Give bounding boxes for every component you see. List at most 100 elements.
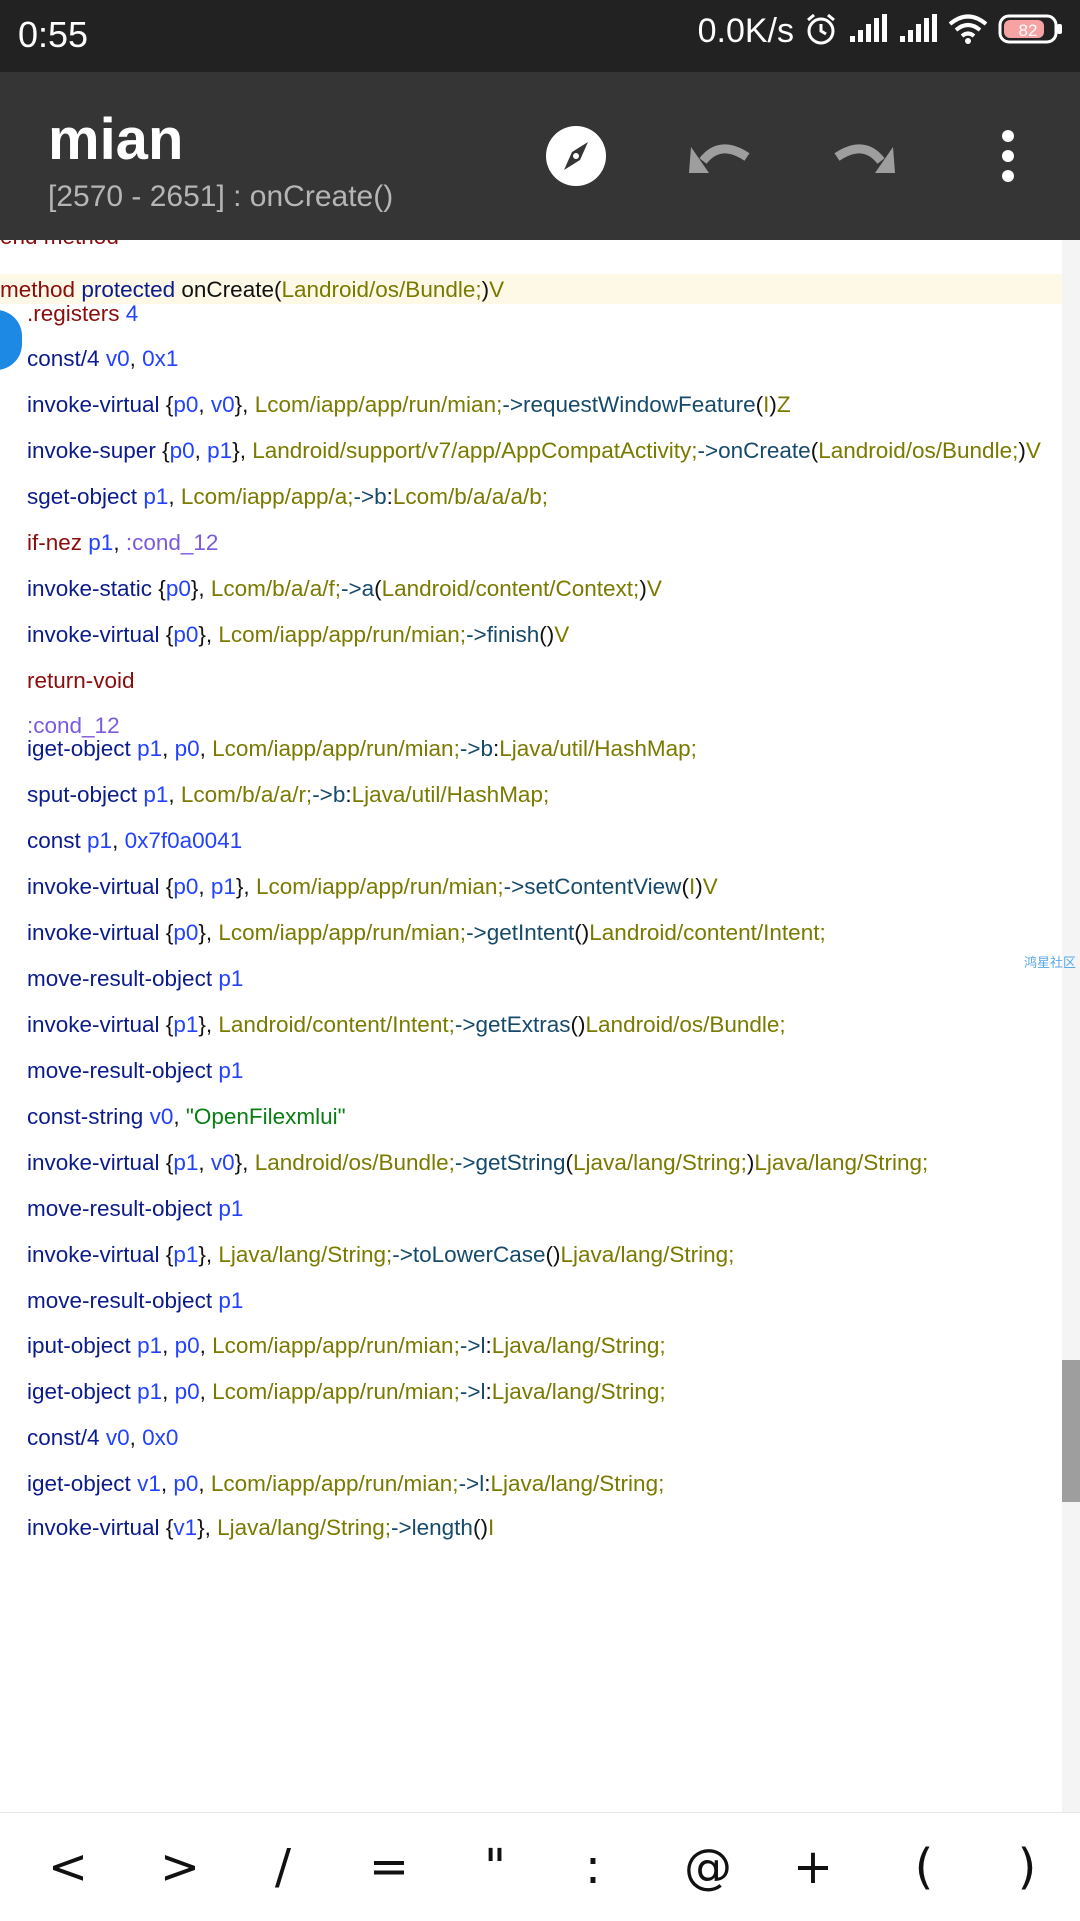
undo-button[interactable] [672,108,768,204]
symbol-key[interactable]: @ [668,1827,748,1907]
code-token: , [198,1150,211,1175]
code-token: Ljava/lang/String; [218,1242,393,1267]
code-token: v1 [137,1471,161,1496]
code-line[interactable]: invoke-virtual {p0}, Lcom/iapp/app/run/m… [27,622,569,648]
code-line[interactable]: move-result-object p1 [27,1288,243,1314]
code-token: -> [454,1150,476,1175]
code-line[interactable]: if-nez p1, :cond_12 [27,530,218,556]
code-token: Landroid/os/Bundle; [281,277,482,302]
code-token: end method [0,240,119,249]
symbol-key[interactable]: ) [987,1827,1067,1907]
code-token: { [152,576,166,601]
code-line[interactable]: sget-object p1, Lcom/iapp/app/a;->b:Lcom… [27,484,548,510]
code-token: -> [503,874,525,899]
code-line[interactable]: invoke-virtual {p1, v0}, Landroid/os/Bun… [27,1150,928,1176]
code-line[interactable]: move-result-object p1 [27,966,243,992]
code-line[interactable]: invoke-static {p0}, Lcom/b/a/a/f;->a(Lan… [27,576,662,602]
code-line[interactable]: move-result-object p1 [27,1058,243,1084]
code-line[interactable]: sput-object p1, Lcom/b/a/a/r;->b:Ljava/u… [27,782,549,808]
symbol-key[interactable]: > [140,1827,220,1907]
code-line[interactable]: const/4 v0, 0x0 [27,1425,178,1451]
redo-icon [834,144,895,173]
code-line[interactable]: invoke-virtual {p0, v0}, Lcom/iapp/app/r… [27,392,791,418]
navigate-button[interactable] [528,108,624,204]
code-token: v0 [210,392,235,417]
code-line[interactable]: invoke-super {p0, p1}, Landroid/support/… [27,438,1041,464]
code-token: method [0,277,76,302]
code-token: iput-object [27,1333,131,1358]
code-token: p0 [174,736,200,761]
code-line[interactable]: const/4 v0, 0x1 [27,346,178,372]
code-token: { [159,392,174,417]
code-token: p1 [218,1288,244,1313]
code-token: invoke-virtual [27,1150,160,1175]
code-token: toLowerCase [412,1242,546,1267]
code-token: move-result-object [27,1058,213,1083]
code-token: Lcom/iapp/app/run/mian; [212,736,460,761]
code-token: p1 [173,1150,199,1175]
code-token: Ljava/lang/String; [491,1333,666,1358]
code-line[interactable]: move-result-object p1 [27,1196,243,1222]
code-token: V [1025,438,1041,463]
code-line[interactable]: invoke-virtual {p0}, Lcom/iapp/app/run/m… [27,920,826,946]
code-token: const/4 [27,1425,100,1450]
symbol-key[interactable]: ( [884,1827,964,1907]
code-token: -> [391,1515,412,1540]
code-token: return-void [27,668,135,693]
symbol-key[interactable]: / [243,1827,323,1907]
code-line[interactable]: invoke-virtual {p1}, Ljava/lang/String;-… [27,1242,734,1268]
symbol-key[interactable]: < [28,1827,108,1907]
code-token: p1 [143,782,169,807]
code-token: , [112,828,125,853]
more-options-button[interactable] [960,108,1056,204]
code-editor[interactable]: end method method protected onCreate(Land… [0,240,1062,1812]
code-token: setContentView [524,874,682,899]
symbol-key[interactable]: + [773,1827,853,1907]
scrollbar-track[interactable] [1062,240,1080,1812]
code-line[interactable]: invoke-virtual {p0, p1}, Lcom/iapp/app/r… [27,874,718,900]
code-line[interactable]: method protected onCreate(Landroid/os/Bu… [0,277,504,303]
code-token: , [162,1333,175,1358]
code-token: }, [234,1150,255,1175]
code-line[interactable]: invoke-virtual {p1}, Landroid/content/In… [27,1012,786,1038]
code-token: -> [312,782,333,807]
code-line[interactable]: iget-object p1, p0, Lcom/iapp/app/run/mi… [27,736,697,762]
code-token: Ljava/lang/String; [560,1242,735,1267]
code-token: , [129,346,143,371]
code-token: Landroid/os/Bundle; [254,1150,455,1175]
code-token: Landroid/support/v7/app/AppCompatActivit… [252,438,698,463]
code-token: b [332,782,346,807]
code-line[interactable]: end method [0,240,119,250]
code-token: Landroid/os/Bundle; [585,1012,786,1037]
code-token: getExtras [475,1012,571,1037]
symbol-key[interactable]: = [349,1827,429,1907]
code-token: v1 [173,1515,198,1540]
code-token: -> [697,438,719,463]
code-token: Landroid/content/Intent; [589,920,826,945]
code-token: ( [565,1150,574,1175]
code-line[interactable]: return-void [27,668,135,694]
code-token: 0x7f0a0041 [124,828,243,853]
code-line[interactable]: invoke-virtual {v1}, Ljava/lang/String;-… [27,1515,494,1541]
code-line[interactable]: const p1, 0x7f0a0041 [27,828,242,854]
code-line[interactable]: iget-object p1, p0, Lcom/iapp/app/run/mi… [27,1379,666,1405]
code-token: -> [502,392,523,417]
code-line[interactable]: const-string v0, "OpenFilexmlui" [27,1104,346,1130]
symbol-key[interactable]: : [553,1827,633,1907]
code-line[interactable]: iget-object v1, p0, Lcom/iapp/app/run/mi… [27,1471,664,1497]
code-token: invoke-static [27,576,153,601]
code-token: , [162,736,175,761]
scrollbar-thumb[interactable] [1062,1360,1080,1502]
code-token: invoke-virtual [27,622,160,647]
redo-button[interactable] [816,108,912,204]
code-token: () [539,622,555,647]
code-token: p0 [165,576,191,601]
code-line[interactable]: .registers 4 [27,301,138,327]
code-token: , [113,530,126,555]
symbol-key[interactable]: " [455,1827,535,1907]
code-token: , [199,1333,213,1358]
code-line[interactable]: iput-object p1, p0, Lcom/iapp/app/run/mi… [27,1333,666,1359]
code-token: length [411,1515,473,1540]
code-token: sget-object [27,484,138,509]
code-token: v0 [210,1150,235,1175]
